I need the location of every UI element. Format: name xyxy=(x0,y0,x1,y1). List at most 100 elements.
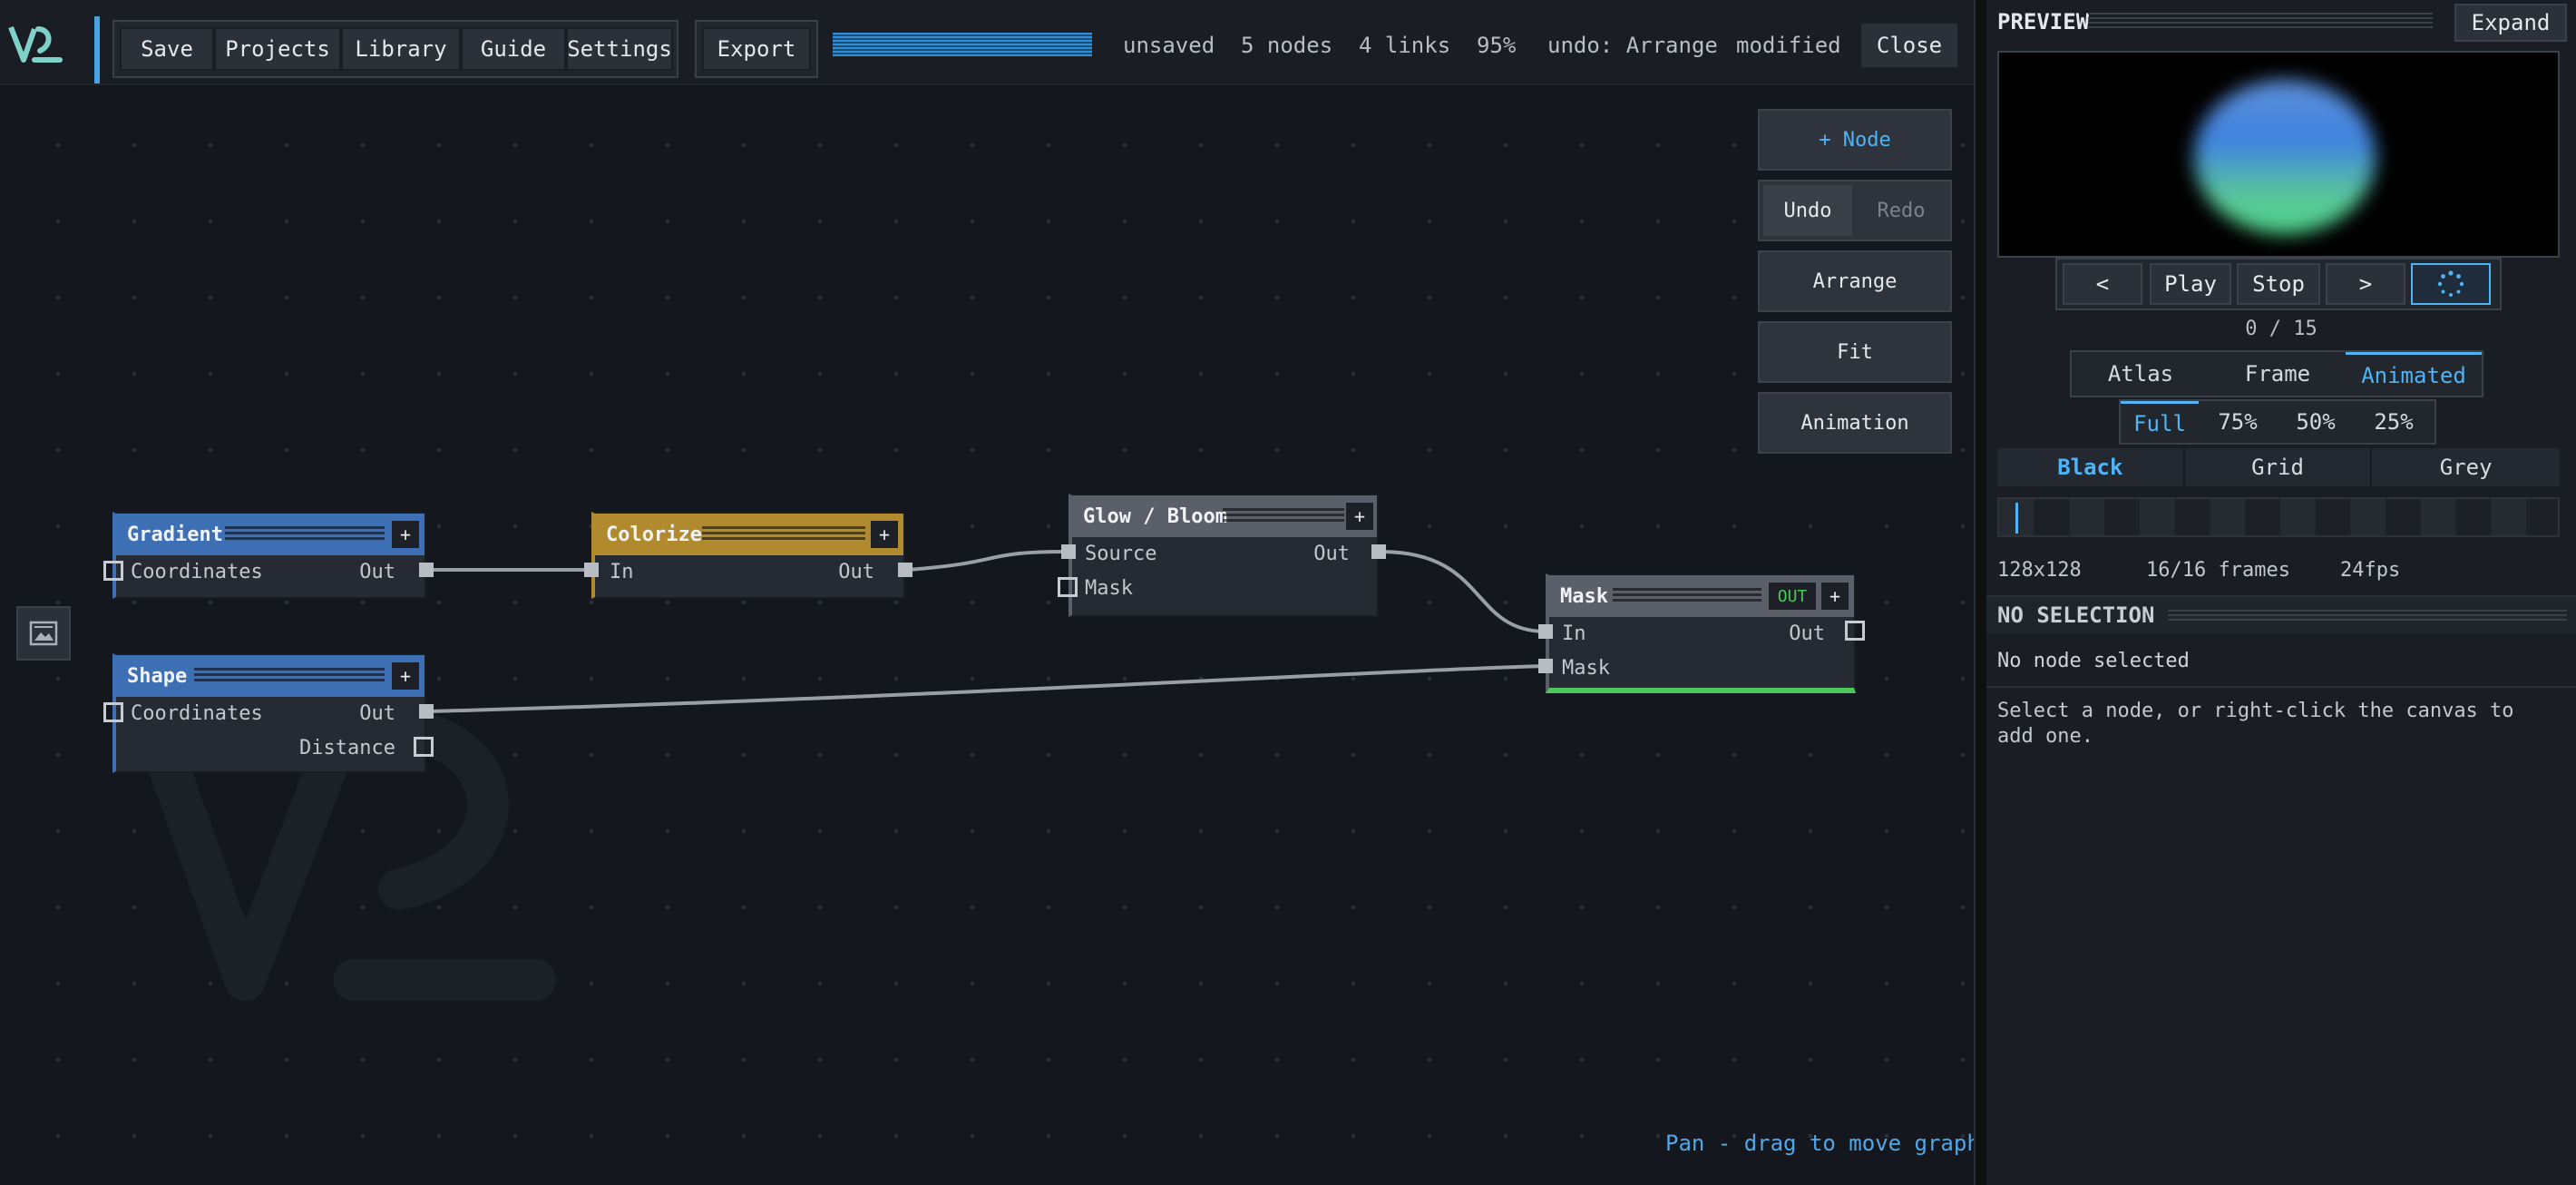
link-colorize-glow xyxy=(906,550,1068,572)
tab-scale-25[interactable]: 25% xyxy=(2355,401,2433,443)
expand-button[interactable]: Expand xyxy=(2454,4,2567,42)
preview-info-frames: 16/16 frames xyxy=(2146,559,2290,582)
frame-counter: 0 / 15 xyxy=(2245,318,2317,340)
input-port[interactable] xyxy=(584,563,599,577)
drag-handle-icon[interactable] xyxy=(1613,588,1761,604)
stop-button[interactable]: Stop xyxy=(2237,263,2320,305)
add-node-button[interactable]: + Node xyxy=(1758,109,1952,171)
preview-info-size: 128x128 xyxy=(1997,559,2082,582)
port-label-source: Source xyxy=(1085,543,1157,565)
tab-frame[interactable]: Frame xyxy=(2210,352,2346,396)
node-header[interactable]: Shape + xyxy=(116,655,424,697)
node-glow-bloom[interactable]: Glow / Bloom + Source Out Mask xyxy=(1068,494,1379,617)
output-port[interactable] xyxy=(1371,544,1386,559)
port-label-distance: Distance xyxy=(299,737,395,759)
port-label-mask: Mask xyxy=(1085,577,1133,600)
preview-viewport[interactable] xyxy=(1997,51,2560,258)
redo-button[interactable]: Redo xyxy=(1856,185,1947,236)
node-header[interactable]: Gradient + xyxy=(116,514,424,555)
undo-redo-group: Undo Redo xyxy=(1758,180,1952,241)
arrange-button[interactable]: Arrange xyxy=(1758,250,1952,312)
input-port[interactable] xyxy=(1061,544,1076,559)
mask-input-port[interactable] xyxy=(1538,659,1553,673)
tab-scale-50[interactable]: 50% xyxy=(2277,401,2355,443)
selection-title: NO SELECTION xyxy=(1997,602,2155,628)
add-port-button[interactable]: + xyxy=(871,521,898,548)
view-mode-tabs: Atlas Frame Animated xyxy=(2070,350,2483,397)
output-badge: OUT xyxy=(1769,583,1816,610)
section-divider xyxy=(2168,610,2567,622)
port-label-out: Out xyxy=(359,561,395,583)
drag-handle-icon[interactable] xyxy=(194,668,385,684)
tab-atlas[interactable]: Atlas xyxy=(2072,352,2210,396)
node-gradient[interactable]: Gradient + Coordinates Out xyxy=(112,512,426,599)
preview-toggle-button[interactable] xyxy=(16,606,71,661)
image-icon xyxy=(29,621,58,646)
frame-timeline[interactable] xyxy=(1997,497,2560,537)
node-title: Glow / Bloom xyxy=(1083,504,1227,528)
node-title: Shape xyxy=(127,664,188,688)
node-header[interactable]: Glow / Bloom + xyxy=(1072,495,1377,537)
timeline-playhead[interactable] xyxy=(2015,503,2018,534)
undo-button[interactable]: Undo xyxy=(1763,185,1852,236)
input-port[interactable] xyxy=(103,561,123,581)
tab-bg-grey[interactable]: Grey xyxy=(2372,448,2560,486)
port-label-out: Out xyxy=(359,702,395,725)
port-label-coordinates: Coordinates xyxy=(131,561,263,583)
tab-animated[interactable]: Animated xyxy=(2346,352,2482,396)
loading-spinner-icon xyxy=(2437,270,2464,297)
loop-toggle-button[interactable] xyxy=(2411,263,2491,305)
add-port-button[interactable]: + xyxy=(1346,503,1373,530)
distance-output-port[interactable] xyxy=(414,737,434,757)
output-port[interactable] xyxy=(419,563,434,577)
preview-info-fps: 24fps xyxy=(2340,559,2401,582)
node-header[interactable]: Colorize + xyxy=(595,514,903,555)
add-port-button[interactable]: + xyxy=(392,662,419,690)
preview-render xyxy=(2194,80,2376,234)
animation-button[interactable]: Animation xyxy=(1758,392,1952,454)
port-label-in: In xyxy=(610,561,634,583)
panel-drag-handle-icon[interactable] xyxy=(2088,13,2433,29)
prev-frame-button[interactable]: < xyxy=(2063,263,2142,305)
node-mask[interactable]: Mask OUT + In Out Mask xyxy=(1546,573,1856,693)
tab-bg-grid[interactable]: Grid xyxy=(2185,448,2373,486)
next-frame-button[interactable]: > xyxy=(2326,263,2405,305)
port-label-in: In xyxy=(1562,622,1586,645)
drag-handle-icon[interactable] xyxy=(702,526,865,543)
canvas-hint: Pan - drag to move graph xyxy=(1665,1131,1980,1156)
output-port[interactable] xyxy=(419,704,434,719)
input-port[interactable] xyxy=(1538,624,1553,639)
background-tabs: Black Grid Grey xyxy=(1997,448,2560,486)
fit-button[interactable]: Fit xyxy=(1758,321,1952,383)
input-port[interactable] xyxy=(103,702,123,722)
port-label-coordinates: Coordinates xyxy=(131,702,263,725)
mask-input-port[interactable] xyxy=(1058,577,1078,597)
section-divider xyxy=(1986,686,2576,688)
add-port-button[interactable]: + xyxy=(392,521,419,548)
node-colorize[interactable]: Colorize + In Out xyxy=(591,512,905,599)
add-port-button[interactable]: + xyxy=(1821,583,1849,610)
node-header[interactable]: Mask OUT + xyxy=(1549,575,1854,617)
node-title: Mask xyxy=(1560,584,1608,608)
output-port[interactable] xyxy=(898,563,912,577)
selection-header: NO SELECTION xyxy=(1986,595,2576,633)
output-port[interactable] xyxy=(1845,621,1865,641)
play-button[interactable]: Play xyxy=(2150,263,2231,305)
drag-handle-icon[interactable] xyxy=(225,526,385,543)
tab-scale-75[interactable]: 75% xyxy=(2199,401,2277,443)
node-title: Colorize xyxy=(606,523,702,546)
link-glow-mask xyxy=(1380,550,1545,633)
link-shape-mask xyxy=(429,664,1545,713)
scale-tabs: Full 75% 50% 25% xyxy=(2119,399,2436,445)
port-label-out: Out xyxy=(838,561,874,583)
port-label-mask: Mask xyxy=(1562,657,1610,680)
tab-scale-full[interactable]: Full xyxy=(2121,401,2199,443)
drag-handle-icon[interactable] xyxy=(1223,508,1344,524)
port-label-out: Out xyxy=(1313,543,1350,565)
panel-divider[interactable] xyxy=(1974,0,1986,1185)
node-shape[interactable]: Shape + Coordinates Out Distance xyxy=(112,653,426,773)
selection-help: Select a node, or right-click the canvas… xyxy=(1997,700,2514,748)
panel-title: PREVIEW xyxy=(1997,9,2090,34)
node-title: Gradient xyxy=(127,523,223,546)
tab-bg-black[interactable]: Black xyxy=(1997,448,2185,486)
